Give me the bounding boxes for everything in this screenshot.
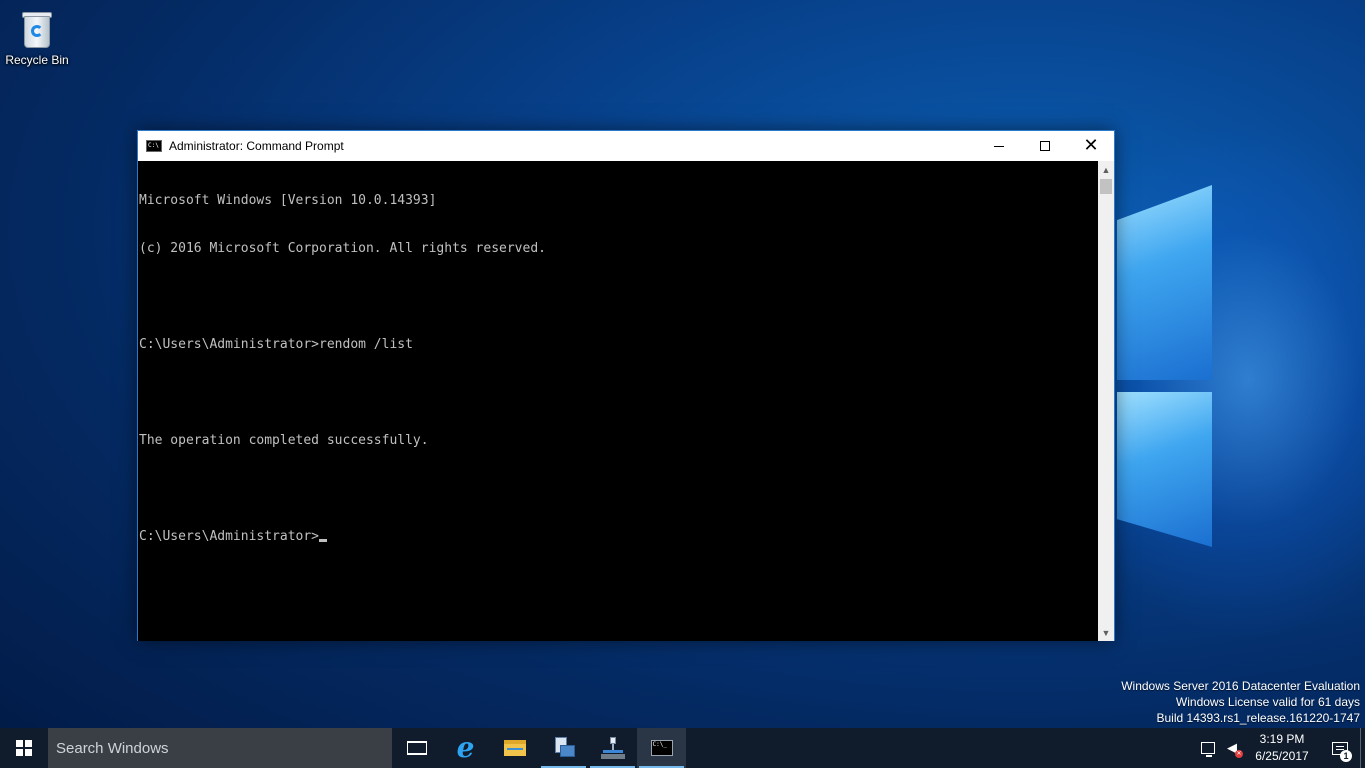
action-center-button[interactable]: 1 [1320, 728, 1360, 768]
taskbar-command-prompt[interactable]: C:\_ [637, 728, 686, 768]
minimize-button[interactable] [976, 131, 1022, 161]
scroll-thumb[interactable] [1100, 179, 1112, 194]
window-titlebar[interactable]: C:\ Administrator: Command Prompt ✕ [138, 131, 1114, 161]
watermark-build: Build 14393.rs1_release.161220-1747 [1156, 711, 1361, 725]
console-prompt: C:\Users\Administrator> [139, 529, 320, 544]
tray-volume-button[interactable]: ◀ ✕ [1220, 728, 1244, 768]
task-view-button[interactable] [392, 728, 441, 768]
notification-count-badge: 1 [1340, 750, 1352, 762]
minimize-icon [994, 145, 1004, 147]
system-tray: ◀ ✕ 3:19 PM 6/25/2017 1 [1196, 728, 1365, 768]
command-prompt-window[interactable]: C:\ Administrator: Command Prompt ✕ Micr… [137, 130, 1115, 641]
console-prompt-line[interactable]: C:\Users\Administrator> [139, 529, 1099, 545]
window-controls: ✕ [976, 131, 1114, 161]
close-icon: ✕ [1083, 135, 1099, 156]
show-desktop-button[interactable] [1360, 728, 1365, 768]
taskbar-server-manager[interactable] [539, 728, 588, 768]
vertical-scrollbar[interactable]: ▲ ▼ [1098, 161, 1114, 641]
clock-date: 6/25/2017 [1255, 749, 1309, 763]
console-line: C:\Users\Administrator>rendom /list [139, 337, 413, 352]
windows-logo-icon [16, 740, 32, 756]
command-prompt-icon: C:\_ [650, 740, 673, 756]
scroll-down-button[interactable]: ▼ [1098, 624, 1114, 641]
windows-watermark: Windows Server 2016 Datacenter Evaluatio… [1121, 678, 1360, 726]
recycle-bin-label: Recycle Bin [5, 53, 69, 67]
text-cursor [319, 539, 328, 542]
search-placeholder: Search Windows [56, 739, 169, 757]
clock-time: 3:19 PM [1259, 732, 1305, 746]
tray-network-button[interactable] [1196, 728, 1220, 768]
close-button[interactable]: ✕ [1068, 131, 1114, 161]
internet-explorer-icon: e [456, 731, 475, 764]
recycle-bin-icon [20, 8, 54, 48]
server-manager-icon [553, 737, 575, 759]
watermark-edition: Windows Server 2016 Datacenter Evaluatio… [1121, 679, 1360, 693]
taskbar-network-tool[interactable] [588, 728, 637, 768]
console-line: (c) 2016 Microsoft Corporation. All righ… [139, 241, 546, 256]
clock[interactable]: 3:19 PM 6/25/2017 [1244, 728, 1320, 768]
maximize-icon [1040, 141, 1050, 151]
maximize-button[interactable] [1022, 131, 1068, 161]
window-title: Administrator: Command Prompt [169, 139, 344, 153]
desktop-icon-recycle-bin[interactable]: Recycle Bin [4, 6, 70, 76]
taskbar: Search Windows e C:\_ ◀ ✕ 3:19 PM 6/25/2… [0, 728, 1365, 768]
console-line: The operation completed successfully. [139, 433, 429, 448]
file-explorer-icon [503, 740, 526, 756]
task-view-icon [406, 741, 427, 755]
console-line: Microsoft Windows [Version 10.0.14393] [139, 193, 437, 208]
network-status-icon [1201, 742, 1215, 757]
command-prompt-icon[interactable]: C:\ [146, 140, 162, 152]
start-button[interactable] [0, 728, 48, 768]
scroll-up-button[interactable]: ▲ [1098, 161, 1114, 178]
search-box[interactable]: Search Windows [48, 728, 392, 768]
taskbar-file-explorer[interactable] [490, 728, 539, 768]
muted-x-icon: ✕ [1235, 750, 1243, 758]
network-icon [600, 736, 625, 760]
console-output[interactable]: Microsoft Windows [Version 10.0.14393] (… [138, 161, 1099, 641]
watermark-license: Windows License valid for 61 days [1175, 695, 1360, 709]
taskbar-internet-explorer[interactable]: e [441, 728, 490, 768]
